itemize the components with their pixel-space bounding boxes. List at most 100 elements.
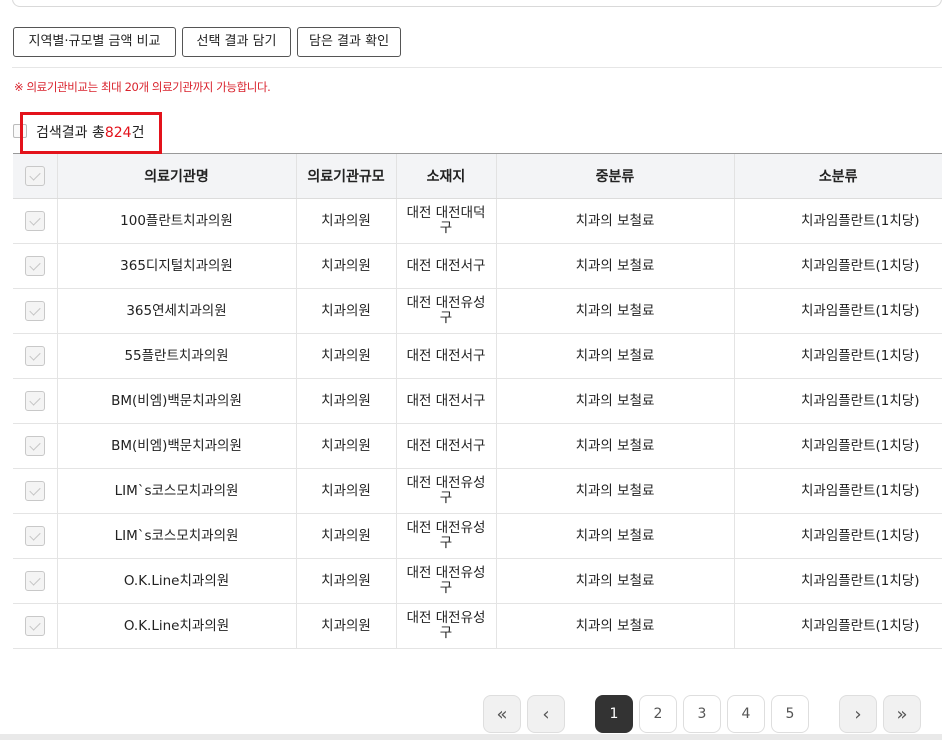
row-select-cell (13, 378, 57, 424)
institution-name-cell: 55플란트치과의원 (56, 333, 296, 379)
mid-category-cell: 치과의 보철료 (495, 423, 734, 469)
mid-category-cell: 치과의 보철료 (495, 243, 734, 289)
institution-size-cell: 치과의원 (295, 198, 396, 244)
search-panel-bottom-edge (12, 0, 942, 7)
location-cell: 대전 대전서구 (395, 423, 496, 469)
sub-category-cell: 치과임플란트(1치당) (733, 333, 942, 379)
page-5-button[interactable]: 5 (771, 695, 809, 733)
institution-size-cell: 치과의원 (295, 468, 396, 514)
location-cell: 대전 대전유성구 (395, 558, 496, 604)
view-saved-results-button[interactable]: 담은 결과 확인 (297, 27, 401, 57)
row-select-cell (13, 603, 57, 649)
column-header-size: 의료기관규모 (295, 153, 396, 199)
page-4-button[interactable]: 4 (727, 695, 765, 733)
row-checkbox[interactable] (24, 571, 45, 591)
location-cell: 대전 대전서구 (395, 243, 496, 289)
chevron-left-icon: ‹ (542, 703, 550, 725)
row-checkbox[interactable] (24, 256, 45, 276)
action-button-row: 지역별·규모별 금액 비교 선택 결과 담기 담은 결과 확인 (13, 27, 401, 57)
row-checkbox[interactable] (24, 211, 45, 231)
institution-name-cell: LIM`s코스모치과의원 (56, 468, 296, 514)
result-highlight-box (20, 112, 162, 154)
row-select-cell (13, 468, 57, 514)
row-checkbox[interactable] (24, 346, 45, 366)
first-page-button[interactable]: « (483, 695, 521, 733)
mid-category-cell: 치과의 보철료 (495, 198, 734, 244)
section-divider (12, 67, 942, 68)
table-row: 365디지털치과의원 치과의원 대전 대전서구 치과의 보철료 치과임플란트(1치당) (13, 243, 942, 289)
comparison-limit-notice: ※ 의료기관비교는 최대 20개 의료기관까지 가능합니다. (14, 80, 271, 94)
chevron-right-icon: › (854, 703, 862, 725)
row-checkbox[interactable] (24, 301, 45, 321)
mid-category-cell: 치과의 보철료 (495, 378, 734, 424)
institution-name-cell: 365연세치과의원 (56, 288, 296, 334)
row-checkbox[interactable] (24, 616, 45, 636)
sub-category-cell: 치과임플란트(1치당) (733, 243, 942, 289)
region-size-compare-button[interactable]: 지역별·규모별 금액 비교 (13, 27, 176, 57)
mid-category-cell: 치과의 보철료 (495, 603, 734, 649)
sub-category-cell: 치과임플란트(1치당) (733, 378, 942, 424)
sub-category-cell: 치과임플란트(1치당) (733, 513, 942, 559)
institution-name-cell: BM(비엠)백문치과의원 (56, 378, 296, 424)
institution-size-cell: 치과의원 (295, 513, 396, 559)
mid-category-cell: 치과의 보철료 (495, 513, 734, 559)
table-row: LIM`s코스모치과의원 치과의원 대전 대전유성구 치과의 보철료 치과임플란트(1치… (13, 468, 942, 514)
column-header-mid-category: 중분류 (495, 153, 734, 199)
sub-category-cell: 치과임플란트(1치당) (733, 423, 942, 469)
institution-size-cell: 치과의원 (295, 333, 396, 379)
add-selected-results-button[interactable]: 선택 결과 담기 (182, 27, 291, 57)
row-select-cell (13, 198, 57, 244)
column-header-location: 소재지 (395, 153, 496, 199)
institution-name-cell: O.K.Line치과의원 (56, 558, 296, 604)
institution-name-cell: BM(비엠)백문치과의원 (56, 423, 296, 469)
institution-size-cell: 치과의원 (295, 378, 396, 424)
row-select-cell (13, 423, 57, 469)
column-header-sub-category: 소분류 (733, 153, 942, 199)
mid-category-cell: 치과의 보철료 (495, 558, 734, 604)
institution-size-cell: 치과의원 (295, 243, 396, 289)
mid-category-cell: 치과의 보철료 (495, 468, 734, 514)
sub-category-cell: 치과임플란트(1치당) (733, 468, 942, 514)
row-checkbox[interactable] (24, 391, 45, 411)
select-all-cell (13, 153, 57, 199)
select-all-checkbox[interactable] (24, 166, 45, 186)
location-cell: 대전 대전유성구 (395, 468, 496, 514)
location-cell: 대전 대전대덕구 (395, 198, 496, 244)
institution-name-cell: 365디지털치과의원 (56, 243, 296, 289)
next-page-button[interactable]: › (839, 695, 877, 733)
location-cell: 대전 대전유성구 (395, 288, 496, 334)
mid-category-cell: 치과의 보철료 (495, 333, 734, 379)
location-cell: 대전 대전유성구 (395, 513, 496, 559)
column-header-name: 의료기관명 (56, 153, 296, 199)
row-select-cell (13, 243, 57, 289)
table-body: 100플란트치과의원 치과의원 대전 대전대덕구 치과의 보철료 치과임플란트(1치당)… (13, 198, 942, 649)
institution-size-cell: 치과의원 (295, 558, 396, 604)
institution-name-cell: O.K.Line치과의원 (56, 603, 296, 649)
prev-page-button[interactable]: ‹ (527, 695, 565, 733)
double-chevron-left-icon: « (496, 703, 508, 725)
table-row: O.K.Line치과의원 치과의원 대전 대전유성구 치과의 보철료 치과임플란트(1치… (13, 603, 942, 649)
table-row: LIM`s코스모치과의원 치과의원 대전 대전유성구 치과의 보철료 치과임플란트(1치… (13, 513, 942, 559)
page-2-button[interactable]: 2 (639, 695, 677, 733)
last-page-button[interactable]: » (883, 695, 921, 733)
bottom-edge-strip (0, 734, 942, 740)
page-1-button[interactable]: 1 (595, 695, 633, 733)
institution-name-cell: LIM`s코스모치과의원 (56, 513, 296, 559)
row-select-cell (13, 333, 57, 379)
sub-category-cell: 치과임플란트(1치당) (733, 198, 942, 244)
page-3-button[interactable]: 3 (683, 695, 721, 733)
location-cell: 대전 대전서구 (395, 378, 496, 424)
table-header-row: 의료기관명 의료기관규모 소재지 중분류 소분류 (13, 153, 942, 199)
row-checkbox[interactable] (24, 481, 45, 501)
institution-size-cell: 치과의원 (295, 423, 396, 469)
row-checkbox[interactable] (24, 526, 45, 546)
results-table: 의료기관명 의료기관규모 소재지 중분류 소분류 100플란트치과의원 치과의원 대… (13, 153, 942, 649)
table-row: O.K.Line치과의원 치과의원 대전 대전유성구 치과의 보철료 치과임플란트(1치… (13, 558, 942, 604)
sub-category-cell: 치과임플란트(1치당) (733, 558, 942, 604)
row-select-cell (13, 558, 57, 604)
mid-category-cell: 치과의 보철료 (495, 288, 734, 334)
row-select-cell (13, 513, 57, 559)
institution-name-cell: 100플란트치과의원 (56, 198, 296, 244)
location-cell: 대전 대전서구 (395, 333, 496, 379)
row-checkbox[interactable] (24, 436, 45, 456)
